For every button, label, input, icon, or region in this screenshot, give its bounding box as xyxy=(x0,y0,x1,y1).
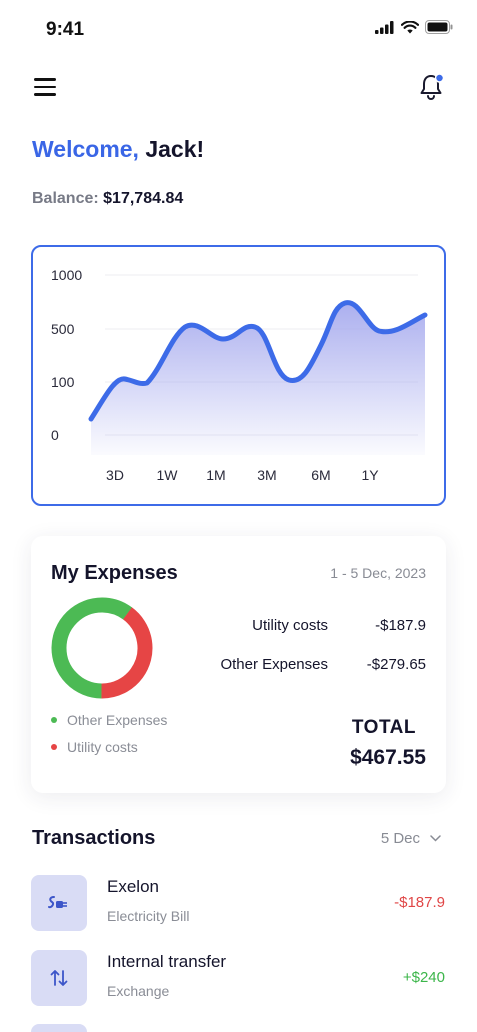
welcome-heading: Welcome, Jack! xyxy=(32,136,204,163)
transactions-date-filter[interactable]: 5 Dec xyxy=(381,830,441,847)
battery-icon xyxy=(425,20,453,34)
x-tick-label[interactable]: 3M xyxy=(257,467,276,483)
status-icons xyxy=(375,20,453,34)
total-value: $467.55 xyxy=(350,746,426,769)
status-time: 9:41 xyxy=(46,19,85,40)
user-name: Jack! xyxy=(145,136,205,162)
signal-icon xyxy=(375,20,394,34)
transactions-title: Transactions xyxy=(32,827,156,849)
balance-value: $17,784.84 xyxy=(103,190,184,207)
expenses-title: My Expenses xyxy=(51,562,178,584)
expenses-card: My Expenses 1 - 5 Dec, 2023 Utility cost… xyxy=(31,536,446,793)
legend-dot-red xyxy=(51,744,57,750)
x-tick-label[interactable]: 6M xyxy=(311,467,330,483)
welcome-text: Welcome, xyxy=(32,136,139,162)
notification-bell-icon[interactable] xyxy=(417,72,447,104)
y-tick-label: 100 xyxy=(51,374,75,390)
filter-label: 5 Dec xyxy=(380,830,420,847)
transaction-category: Electricity Bill xyxy=(107,908,190,924)
y-tick-label: 1000 xyxy=(51,267,82,283)
transaction-amount: -$187.9 xyxy=(394,894,445,911)
legend-utility-costs: Utility costs xyxy=(51,739,138,755)
x-tick-label[interactable]: 1M xyxy=(206,467,225,483)
legend-label: Utility costs xyxy=(67,739,138,755)
expenses-date-range: 1 - 5 Dec, 2023 xyxy=(330,565,426,581)
balance: Balance: $17,784.84 xyxy=(32,190,183,208)
chevron-down-icon xyxy=(430,835,441,842)
expense-name: Other Expenses xyxy=(220,656,328,673)
y-tick-label: 500 xyxy=(51,321,75,337)
transaction-category: Exchange xyxy=(107,983,170,999)
transaction-row[interactable]: Internal transfer Exchange +$240 xyxy=(31,950,445,1010)
notification-dot xyxy=(434,73,445,83)
status-bar: 9:41 xyxy=(0,0,477,60)
transaction-name: Exelon xyxy=(107,877,159,896)
transaction-row[interactable]: Exelon Electricity Bill -$187.9 xyxy=(31,875,445,935)
x-tick-label[interactable]: 1Y xyxy=(361,467,379,483)
transactions-header: Transactions 5 Dec xyxy=(32,827,445,857)
total-label: TOTAL xyxy=(351,717,416,738)
hamburger-menu-icon[interactable] xyxy=(34,78,58,98)
x-tick-label[interactable]: 1W xyxy=(157,467,179,483)
transaction-row-partial[interactable] xyxy=(31,1024,87,1032)
legend-dot-green xyxy=(51,717,57,723)
plug-icon xyxy=(31,875,87,931)
balance-label: Balance: xyxy=(32,190,99,207)
transfer-arrows-icon xyxy=(31,950,87,1006)
expense-amount: -$187.9 xyxy=(375,617,426,634)
expense-name: Utility costs xyxy=(252,617,328,634)
balance-chart: 1000 500 100 0 3D 1W 1M 3M 6M 1Y xyxy=(31,245,446,506)
expense-row-other: Other Expenses -$279.65 xyxy=(126,656,426,673)
transaction-name: Internal transfer xyxy=(107,952,227,971)
transaction-amount: +$240 xyxy=(402,969,445,986)
expense-row-utility: Utility costs -$187.9 xyxy=(126,617,426,634)
y-tick-label: 0 xyxy=(51,427,59,443)
expense-amount: -$279.65 xyxy=(366,656,426,673)
wifi-icon xyxy=(401,20,419,33)
legend-label: Other Expenses xyxy=(67,712,168,728)
legend-other-expenses: Other Expenses xyxy=(51,712,167,728)
balance-chart-svg: 10005001000 3D 1W 1M 3M 6M 1Y xyxy=(51,267,428,483)
x-tick-label[interactable]: 3D xyxy=(106,467,124,483)
expenses-donut-chart xyxy=(51,597,153,699)
